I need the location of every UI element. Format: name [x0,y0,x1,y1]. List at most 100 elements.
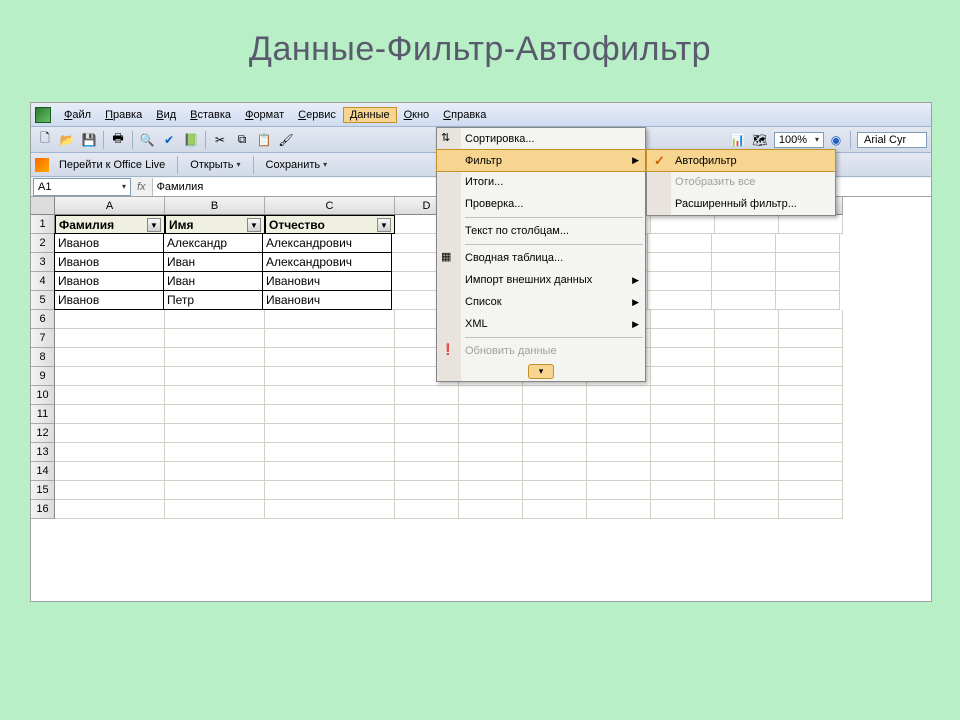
format-painter-icon[interactable]: 🖌 [276,130,296,150]
row-header-2[interactable]: 2 [31,234,55,253]
cell-G16[interactable] [587,500,651,519]
cell-F15[interactable] [523,481,587,500]
copy-icon[interactable]: ⧉ [232,130,252,150]
fx-icon[interactable]: fx [137,181,146,193]
cell-F11[interactable] [523,405,587,424]
row-header-12[interactable]: 12 [31,424,55,443]
cell-B16[interactable] [165,500,265,519]
cell-H6[interactable] [651,310,715,329]
cell-H1[interactable] [651,215,715,234]
cell-D16[interactable] [395,500,459,519]
cell-A3[interactable]: Иванов [54,252,164,272]
cell-C16[interactable] [265,500,395,519]
cell-E16[interactable] [459,500,523,519]
office-live-link[interactable]: Перейти к Office Live [53,157,171,173]
cell-B15[interactable] [165,481,265,500]
cell-C1[interactable]: Отчество▼ [265,215,395,234]
cell-B2[interactable]: Александр [163,233,263,253]
select-all-corner[interactable] [31,197,55,215]
menu-item-сортировка-[interactable]: Сортировка...⇅ [437,128,645,150]
menu-данные[interactable]: Данные [343,107,397,123]
cell-A14[interactable] [55,462,165,481]
row-header-8[interactable]: 8 [31,348,55,367]
cell-A12[interactable] [55,424,165,443]
row-header-6[interactable]: 6 [31,310,55,329]
col-header-C[interactable]: C [265,197,395,215]
cell-I13[interactable] [715,443,779,462]
cell-H12[interactable] [651,424,715,443]
cell-A9[interactable] [55,367,165,386]
cell-J9[interactable] [779,367,843,386]
cell-I11[interactable] [715,405,779,424]
menu-item-список[interactable]: Список▶ [437,291,645,313]
row-header-10[interactable]: 10 [31,386,55,405]
cell-I8[interactable] [715,348,779,367]
paste-icon[interactable]: 📋 [254,130,274,150]
cell-H10[interactable] [651,386,715,405]
cell-B12[interactable] [165,424,265,443]
map-icon[interactable]: 🗺 [750,130,770,150]
cell-D10[interactable] [395,386,459,405]
cell-D13[interactable] [395,443,459,462]
cell-H5[interactable] [648,291,712,310]
row-header-16[interactable]: 16 [31,500,55,519]
cell-C9[interactable] [265,367,395,386]
cell-C14[interactable] [265,462,395,481]
menu-файл[interactable]: Файл [57,107,98,123]
cell-C6[interactable] [265,310,395,329]
cell-H13[interactable] [651,443,715,462]
cell-F16[interactable] [523,500,587,519]
cell-H7[interactable] [651,329,715,348]
col-header-B[interactable]: B [165,197,265,215]
cell-C15[interactable] [265,481,395,500]
row-header-7[interactable]: 7 [31,329,55,348]
menu-item-проверка-[interactable]: Проверка... [437,193,645,215]
cell-I9[interactable] [715,367,779,386]
row-header-1[interactable]: 1 [31,215,55,234]
cell-B6[interactable] [165,310,265,329]
cell-E12[interactable] [459,424,523,443]
cell-H16[interactable] [651,500,715,519]
menu-вид[interactable]: Вид [149,107,183,123]
cell-C4[interactable]: Иванович [262,271,392,291]
menu-item-фильтр[interactable]: Фильтр▶ [436,149,646,172]
cell-J13[interactable] [779,443,843,462]
row-header-15[interactable]: 15 [31,481,55,500]
name-box[interactable]: A1▾ [33,178,131,196]
cell-E14[interactable] [459,462,523,481]
cell-A4[interactable]: Иванов [54,271,164,291]
cell-F13[interactable] [523,443,587,462]
menu-item-автофильтр[interactable]: Автофильтр✓ [646,149,836,172]
cell-A2[interactable]: Иванов [54,233,164,253]
menu-item-итоги-[interactable]: Итоги... [437,171,645,193]
cell-H2[interactable] [648,234,712,253]
cell-D14[interactable] [395,462,459,481]
cell-H8[interactable] [651,348,715,367]
cell-J16[interactable] [779,500,843,519]
menu-item-сводная-таблица-[interactable]: Сводная таблица...▦ [437,247,645,269]
cell-J7[interactable] [779,329,843,348]
font-name-box[interactable]: Arial Cyr [857,132,927,148]
cell-I7[interactable] [715,329,779,348]
cell-J15[interactable] [779,481,843,500]
menu-item-импорт-внешних-данных[interactable]: Импорт внешних данных▶ [437,269,645,291]
cell-B4[interactable]: Иван [163,271,263,291]
cell-A1[interactable]: Фамилия▼ [55,215,165,234]
cell-B13[interactable] [165,443,265,462]
cell-J10[interactable] [779,386,843,405]
cell-H4[interactable] [648,272,712,291]
cell-I2[interactable] [712,234,776,253]
cell-J4[interactable] [776,272,840,291]
cell-B1[interactable]: Имя▼ [165,215,265,234]
cell-B14[interactable] [165,462,265,481]
live-save-button[interactable]: Сохранить▾ [260,157,334,173]
open-icon[interactable]: 📂 [57,130,77,150]
research-icon[interactable]: 📗 [181,130,201,150]
cell-H11[interactable] [651,405,715,424]
cell-B11[interactable] [165,405,265,424]
cell-B10[interactable] [165,386,265,405]
col-header-A[interactable]: A [55,197,165,215]
cell-J2[interactable] [776,234,840,253]
cell-J14[interactable] [779,462,843,481]
cell-B7[interactable] [165,329,265,348]
